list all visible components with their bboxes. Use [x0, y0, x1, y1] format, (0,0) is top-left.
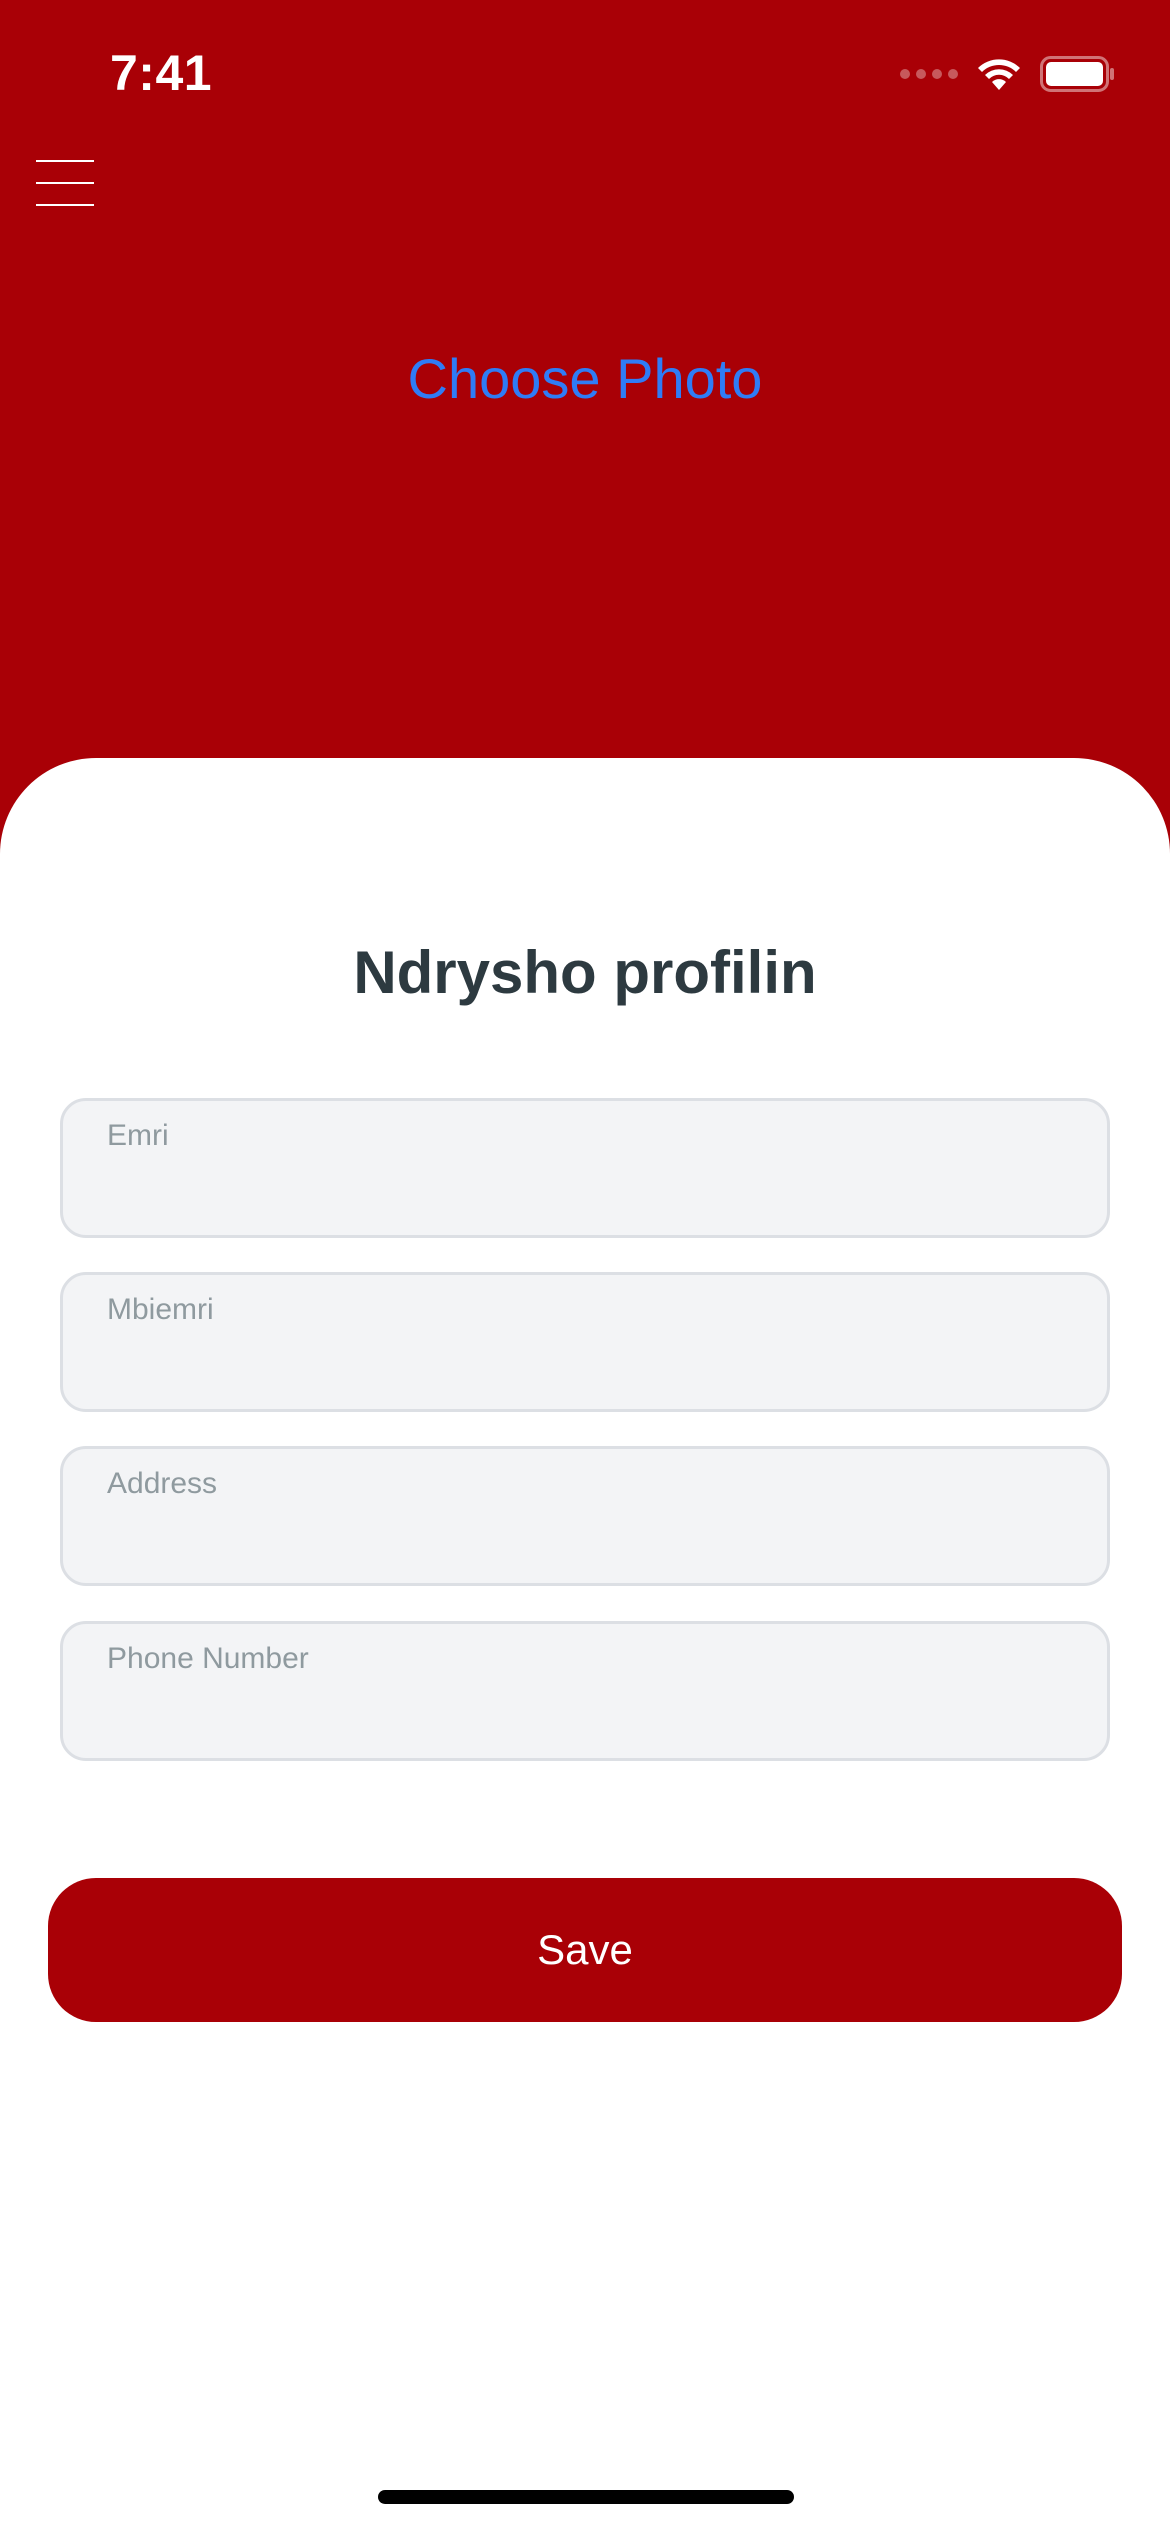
phone-number-input[interactable]: [107, 1694, 1061, 1742]
address-input[interactable]: [107, 1519, 1061, 1567]
hamburger-menu-icon[interactable]: [36, 158, 94, 208]
phone-number-label: Phone Number: [107, 1642, 309, 1675]
first-name-field[interactable]: Emri: [60, 1098, 1110, 1238]
wifi-icon: [978, 59, 1020, 90]
page-title: Ndrysho profilin: [353, 939, 817, 1006]
address-label: Address: [107, 1467, 218, 1500]
home-indicator[interactable]: [378, 2490, 794, 2504]
battery-icon: [1040, 56, 1114, 92]
last-name-label: Mbiemri: [107, 1293, 214, 1326]
phone-number-field[interactable]: Phone Number: [60, 1621, 1110, 1761]
first-name-label: Emri: [107, 1119, 169, 1152]
last-name-input[interactable]: [107, 1345, 1061, 1393]
status-time: 7:41: [110, 45, 213, 101]
profile-header: 7:41 Choose Photo: [0, 0, 1170, 860]
address-field[interactable]: Address: [60, 1446, 1110, 1586]
status-icons: [900, 56, 1116, 92]
cellular-signal-icon: [900, 69, 958, 79]
save-button[interactable]: Save: [48, 1878, 1122, 2022]
choose-photo-button[interactable]: Choose Photo: [0, 346, 1170, 411]
last-name-field[interactable]: Mbiemri: [60, 1272, 1110, 1412]
first-name-input[interactable]: [107, 1171, 1061, 1219]
